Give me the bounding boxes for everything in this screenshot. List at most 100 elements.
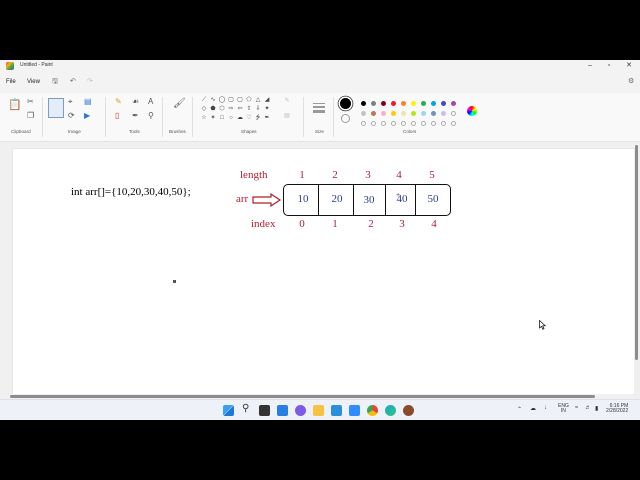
resize-icon[interactable]: ▤	[84, 97, 92, 106]
empty-color-slot[interactable]	[401, 121, 406, 126]
flip-icon[interactable]: ▶	[84, 111, 90, 120]
right-triangle-icon[interactable]: ◢	[263, 96, 271, 104]
file-menu[interactable]: File	[6, 79, 16, 85]
diamond-shape-icon[interactable]: ◇	[200, 105, 208, 113]
copy-icon[interactable]: ❐	[27, 111, 34, 120]
color-swatch[interactable]	[371, 101, 376, 106]
empty-color-slot[interactable]	[421, 121, 426, 126]
volume-icon[interactable]: ♬	[585, 405, 591, 411]
color-swatch[interactable]	[381, 101, 386, 106]
color-swatch[interactable]	[451, 101, 456, 106]
minimize-button[interactable]: –	[582, 61, 598, 71]
color-swatch[interactable]	[421, 101, 426, 106]
wifi-icon[interactable]: ≈	[575, 405, 578, 411]
settings-icon[interactable]: ⚙	[628, 77, 634, 85]
four-point-star-icon[interactable]: ✦	[263, 105, 271, 113]
view-menu[interactable]: View	[27, 79, 40, 85]
maximize-button[interactable]: ▫	[601, 61, 617, 71]
close-button[interactable]: ✕	[621, 61, 637, 71]
pentagon-shape-icon[interactable]: ⬟	[209, 105, 217, 113]
empty-color-slot[interactable]	[391, 121, 396, 126]
edit-colors-icon[interactable]	[467, 106, 477, 116]
empty-color-slot[interactable]	[371, 121, 376, 126]
oval-shape-icon[interactable]: ◯	[218, 96, 226, 104]
color-swatch[interactable]	[431, 101, 436, 106]
language-indicator[interactable]: ENG IN	[558, 404, 569, 414]
network-drive-icon[interactable]: ☁	[530, 405, 536, 412]
edge-icon[interactable]	[385, 405, 396, 416]
cut-icon[interactable]: ✂	[27, 97, 34, 106]
brush-icon[interactable]: 🖌	[173, 99, 186, 109]
right-arrow-shape-icon[interactable]: ⇨	[227, 105, 235, 113]
color-swatch[interactable]	[411, 101, 416, 106]
color-swatch[interactable]	[441, 101, 446, 106]
callout-cloud-icon[interactable]: ☁	[236, 114, 244, 122]
save-icon[interactable]: 🖫	[52, 77, 58, 88]
empty-color-slot[interactable]	[381, 121, 386, 126]
pencil-icon[interactable]: ✎	[115, 97, 122, 106]
down-arrow-shape-icon[interactable]: ⇩	[254, 105, 262, 113]
color-swatch[interactable]	[391, 111, 396, 116]
search-icon[interactable]: ⚲	[242, 403, 249, 414]
shape-fill-dropdown-icon[interactable]: ▤	[283, 112, 291, 120]
triangle-shape-icon[interactable]: △	[254, 96, 262, 104]
color-swatch[interactable]	[401, 111, 406, 116]
redo-icon[interactable]: ↷	[87, 77, 93, 85]
horizontal-scroll-thumb[interactable]	[10, 395, 595, 398]
lightning-shape-icon[interactable]: ⭍	[254, 114, 262, 122]
zoom-icon[interactable]	[349, 405, 360, 416]
vertical-scroll-thumb[interactable]	[635, 145, 638, 360]
shape-outline-dropdown-icon[interactable]: ✎	[283, 97, 291, 105]
color-swatch[interactable]	[371, 111, 376, 116]
color-swatch[interactable]	[401, 101, 406, 106]
line-shape-icon[interactable]: ⟋	[200, 96, 208, 104]
text-icon[interactable]: A	[148, 97, 153, 106]
widgets-icon[interactable]	[277, 405, 288, 416]
callout-oval-icon[interactable]: ○	[227, 114, 235, 122]
secondary-color[interactable]	[341, 114, 350, 123]
rotate-icon[interactable]: ⟳	[68, 111, 75, 120]
empty-color-slot[interactable]	[361, 121, 366, 126]
empty-color-slot[interactable]	[411, 121, 416, 126]
rectangle-shape-icon[interactable]: ▢	[227, 96, 235, 104]
heart-shape-icon[interactable]: ♡	[245, 114, 253, 122]
empty-color-slot[interactable]	[431, 121, 436, 126]
polygon-shape-icon[interactable]: ⬠	[245, 96, 253, 104]
color-swatch[interactable]	[361, 101, 366, 106]
paint-taskbar-icon[interactable]	[403, 405, 414, 416]
color-swatch[interactable]	[441, 111, 446, 116]
undo-icon[interactable]: ↶	[70, 77, 76, 85]
crop-icon[interactable]: ⌖	[68, 97, 73, 106]
outline-icon[interactable]: ✒	[263, 114, 271, 122]
empty-color-slot[interactable]	[451, 121, 456, 126]
color-swatch[interactable]	[361, 111, 366, 116]
file-explorer-icon[interactable]	[313, 405, 324, 416]
six-point-star-icon[interactable]: ✶	[209, 114, 217, 122]
color-swatch[interactable]	[421, 111, 426, 116]
rounded-rectangle-icon[interactable]: ▢	[236, 96, 244, 104]
size-icon[interactable]	[313, 103, 325, 104]
hexagon-shape-icon[interactable]: ⬡	[218, 105, 226, 113]
select-icon[interactable]	[48, 98, 64, 118]
curve-shape-icon[interactable]: ∿	[209, 96, 217, 104]
fill-icon[interactable]: ☙	[132, 97, 139, 106]
color-swatch[interactable]	[431, 111, 436, 116]
task-view-icon[interactable]	[259, 405, 270, 416]
empty-color-slot[interactable]	[441, 121, 446, 126]
primary-color[interactable]	[340, 98, 351, 109]
clock[interactable]: 6:16 PM 2/28/2022	[606, 404, 628, 414]
up-arrow-shape-icon[interactable]: ⇧	[245, 105, 253, 113]
color-swatch[interactable]	[381, 111, 386, 116]
five-point-star-icon[interactable]: ☆	[200, 114, 208, 122]
eraser-icon[interactable]: ▯	[115, 111, 119, 120]
store-icon[interactable]	[331, 405, 342, 416]
magnifier-icon[interactable]: ⚲	[148, 111, 154, 120]
color-swatch[interactable]	[411, 111, 416, 116]
start-button[interactable]	[223, 405, 234, 416]
callout-rect-icon[interactable]: □	[218, 114, 226, 122]
left-arrow-shape-icon[interactable]: ⇦	[236, 105, 244, 113]
color-swatch[interactable]	[391, 101, 396, 106]
battery-icon[interactable]: ▮	[595, 405, 598, 412]
paste-icon[interactable]: 📋	[8, 100, 22, 111]
color-picker-icon[interactable]: ✒	[132, 111, 139, 120]
